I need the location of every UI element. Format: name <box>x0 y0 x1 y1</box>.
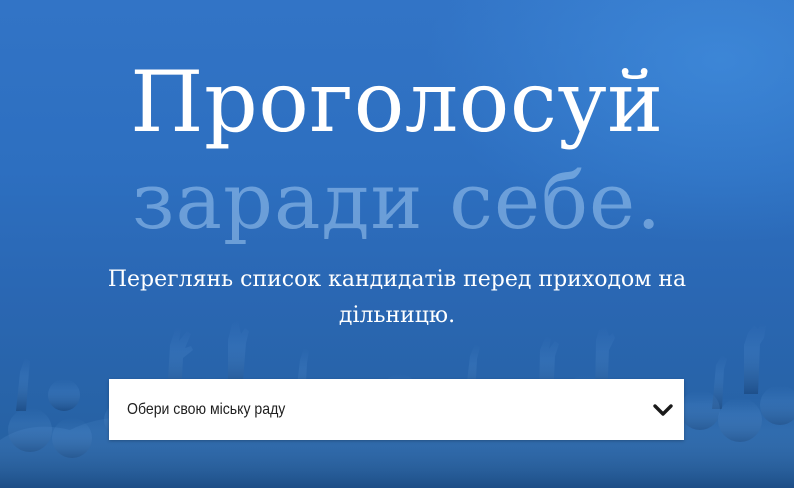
city-council-select[interactable]: Обери свою міську раду <box>109 379 684 440</box>
hero-section: Проголосуй заради себе. Переглянь список… <box>0 0 794 488</box>
chevron-down-icon <box>653 404 673 416</box>
hero-lead-text: Переглянь список кандидатів перед приход… <box>107 267 687 328</box>
city-council-select-value: Обери свою міську раду <box>127 401 286 418</box>
hero-subtitle: заради себе. <box>131 157 663 247</box>
hero-title: Проголосуй <box>130 53 664 151</box>
